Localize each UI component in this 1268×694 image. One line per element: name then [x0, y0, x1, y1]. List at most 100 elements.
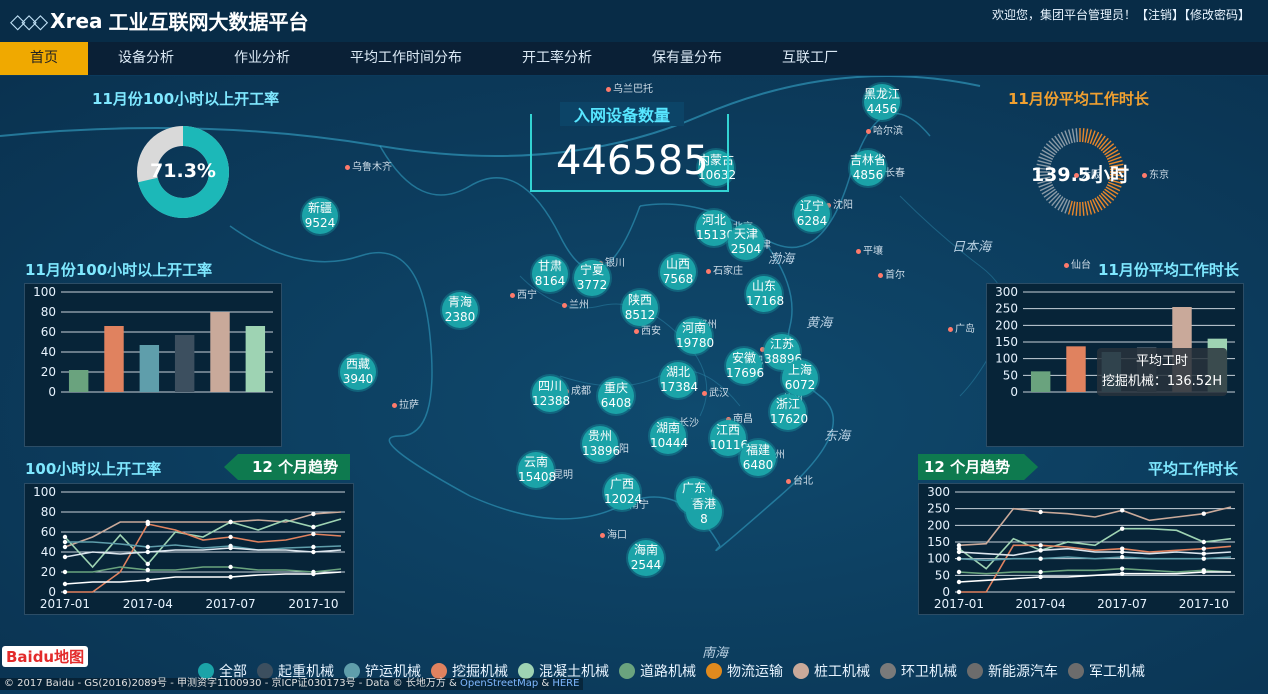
gauge-tick — [1084, 201, 1089, 216]
gauge-tick — [1081, 128, 1085, 143]
tooltip-text: 挖掘机械：136.52H — [1101, 374, 1223, 389]
province-bubble[interactable]: 重庆 6408 — [598, 378, 634, 414]
city-label: 拉萨 — [392, 396, 419, 411]
bar — [1066, 346, 1086, 392]
series-line — [64, 511, 342, 548]
y-tick-label: 300 — [995, 285, 1018, 299]
devices-counter-value: 446585 — [556, 138, 709, 184]
legend-dot-icon — [619, 663, 635, 679]
data-point — [956, 569, 962, 575]
province-bubble[interactable]: 云南 15408 — [518, 452, 556, 488]
line-right-chart[interactable]: 0501001502002503002017-01 2017-04 2017-07 2… — [919, 484, 1243, 614]
sea-label: 黄海 — [806, 316, 833, 331]
province-bubble[interactable]: 贵州 13896 — [582, 426, 620, 462]
province-bubble[interactable]: 广西 12024 — [604, 474, 642, 510]
gauge-tick — [1041, 186, 1055, 195]
data-point — [1120, 549, 1125, 555]
province-bubble[interactable]: 安徽 17696 — [726, 348, 764, 384]
app-logo-text: Xrea — [50, 8, 103, 33]
data-point — [1038, 574, 1043, 580]
province-bubble[interactable]: 上海 6072 — [782, 360, 818, 396]
data-point — [311, 511, 316, 517]
y-tick-label: 0 — [1010, 385, 1018, 399]
province-bubble[interactable]: 辽宁 6284 — [794, 196, 830, 232]
data-point — [62, 554, 68, 560]
data-point — [228, 519, 233, 525]
legend-dot-icon — [518, 663, 534, 679]
province-bubble[interactable]: 陕西 8512 — [622, 290, 658, 326]
series-line — [65, 541, 342, 551]
province-bubble[interactable]: 甘肃 8164 — [532, 256, 568, 292]
legend-item-sanitation[interactable]: 环卫机械 — [880, 661, 957, 681]
nav-avg-work-time[interactable]: 平均工作时间分布 — [320, 42, 492, 75]
gauge-tick — [1075, 128, 1079, 143]
x-tick-label: 2017-07 — [206, 597, 256, 611]
province-bubble[interactable]: 四川 12388 — [532, 376, 570, 412]
data-point — [1038, 556, 1043, 561]
y-tick-label: 200 — [927, 518, 950, 532]
legend-item-pile[interactable]: 桩工机械 — [793, 661, 870, 681]
here-link[interactable]: HERE — [552, 678, 579, 689]
y-tick-label: 150 — [927, 535, 950, 549]
legend-item-new-energy[interactable]: 新能源汽车 — [967, 661, 1058, 681]
devices-counter-label: 入网设备数量 — [560, 102, 685, 126]
province-bubble[interactable]: 天津 2504 — [728, 224, 764, 260]
nav-inventory[interactable]: 保有量分布 — [622, 42, 752, 75]
nav-device-analysis[interactable]: 设备分析 — [88, 42, 204, 75]
data-point — [1120, 526, 1125, 531]
legend-item-road[interactable]: 道路机械 — [619, 661, 696, 681]
nav-utilization[interactable]: 开工率分析 — [492, 42, 622, 75]
y-tick-label: 60 — [41, 325, 56, 339]
legend-item-military[interactable]: 军工机械 — [1068, 661, 1145, 681]
legend-dot-icon — [344, 663, 360, 679]
data-point — [1038, 543, 1043, 548]
province-bubble[interactable]: 青海 2380 — [442, 292, 478, 328]
x-tick-label: 2017-04 — [123, 597, 173, 611]
city-label: 乌兰巴托 — [606, 80, 653, 95]
province-bubble[interactable]: 浙江 17620 — [770, 394, 808, 430]
data-point — [62, 539, 68, 545]
series-line — [64, 571, 342, 585]
baidu-map-logo: Baidu地图 — [2, 646, 89, 667]
bar — [68, 370, 89, 392]
y-tick-label: 80 — [41, 305, 56, 319]
province-bubble[interactable]: 吉林省 4856 — [850, 150, 886, 186]
province-bubble[interactable]: 山西 7568 — [660, 254, 696, 290]
province-bubble[interactable]: 宁夏 3772 — [574, 260, 610, 296]
logout-link[interactable]: 【注销】 — [1136, 8, 1184, 22]
bar — [1030, 371, 1051, 392]
province-bubble[interactable]: 湖南 10444 — [650, 418, 688, 454]
x-tick-label: 2017-01 — [40, 597, 90, 611]
data-point — [1120, 571, 1125, 576]
province-bubble[interactable]: 香港 8 — [686, 494, 722, 530]
province-bubble[interactable]: 湖北 17384 — [660, 362, 698, 398]
y-tick-label: 200 — [995, 318, 1018, 332]
line-left-chart[interactable]: 0204060801002017-01 2017-04 2017-07 2017-10 — [25, 484, 353, 614]
city-label: 台北 — [786, 472, 813, 487]
bar-left-chart[interactable]: 0 20 40 60 80 100 — [25, 284, 281, 446]
province-bubble[interactable]: 新疆 9524 — [302, 198, 338, 234]
data-point — [228, 534, 233, 540]
province-bubble[interactable]: 河北 15130 — [696, 210, 734, 246]
province-bubble[interactable]: 西藏 3940 — [340, 354, 376, 390]
nav-home[interactable]: 首页 — [0, 42, 88, 75]
data-point — [62, 534, 68, 540]
data-point — [62, 569, 68, 575]
province-bubble[interactable]: 山东 17168 — [746, 276, 784, 312]
change-password-link[interactable]: 【修改密码】 — [1184, 8, 1250, 22]
gauge-tick — [1081, 201, 1085, 216]
province-bubble[interactable]: 河南 19780 — [676, 318, 714, 354]
city-label: 兰州 — [562, 296, 589, 311]
data-point — [1201, 546, 1206, 551]
legend-item-logistics[interactable]: 物流运输 — [706, 661, 783, 681]
data-point — [145, 577, 150, 583]
x-tick-label: 2017-01 — [934, 597, 984, 611]
sea-label: 日本海 — [952, 240, 992, 255]
province-bubble[interactable]: 福建 6480 — [740, 440, 776, 476]
osm-link[interactable]: OpenStreetMap — [460, 678, 538, 689]
nav-connected-factory[interactable]: 互联工厂 — [752, 42, 868, 75]
province-bubble[interactable]: 海南 2544 — [628, 540, 664, 576]
nav-work-analysis[interactable]: 作业分析 — [204, 42, 320, 75]
bar — [210, 312, 230, 392]
province-bubble[interactable]: 黑龙江 4456 — [864, 84, 900, 120]
